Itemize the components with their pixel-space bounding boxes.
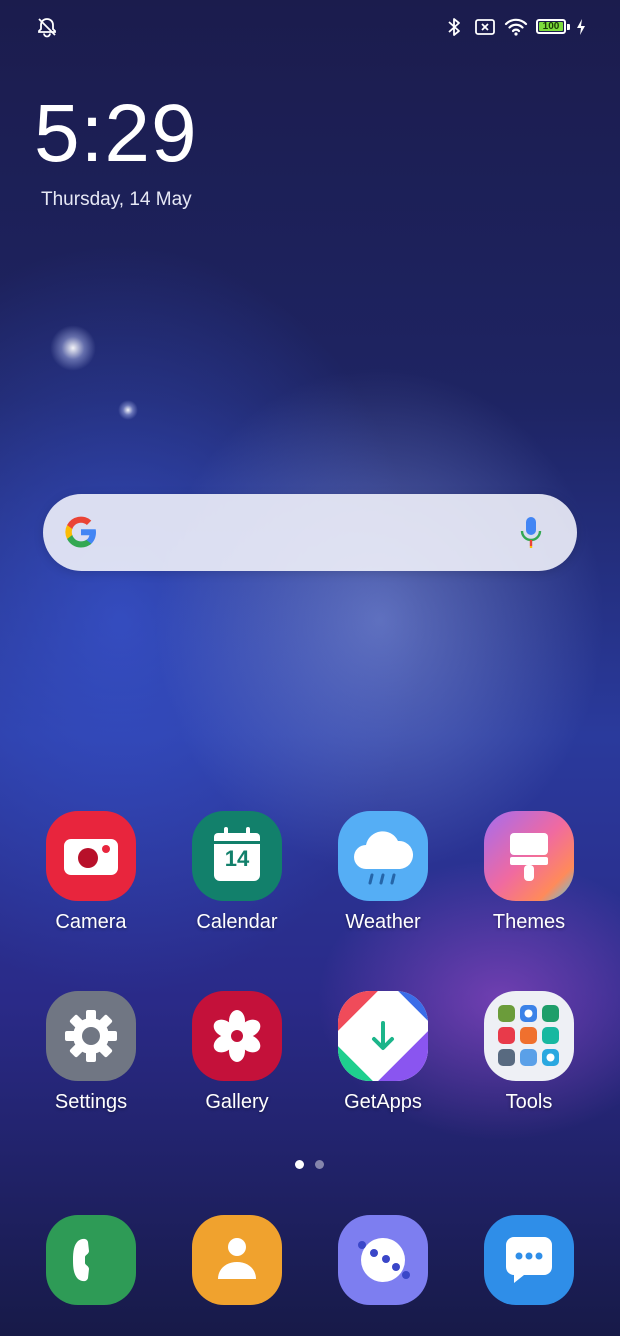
app-label: Gallery [205, 1091, 269, 1113]
google-search-bar[interactable] [43, 494, 577, 571]
app-label: Camera [55, 911, 127, 933]
app-getapps[interactable]: GetApps [313, 991, 453, 1141]
app-label: Themes [492, 911, 566, 933]
messages-icon [484, 1215, 574, 1305]
no-sim-icon [474, 16, 496, 43]
battery-icon: 100 [536, 19, 566, 34]
dock-phone[interactable] [21, 1215, 161, 1305]
browser-icon [338, 1215, 428, 1305]
dock-contacts[interactable] [167, 1215, 307, 1305]
phone-icon [46, 1215, 136, 1305]
dock-browser[interactable] [313, 1215, 453, 1305]
wallpaper-glow [118, 400, 138, 420]
gear-icon [46, 991, 136, 1081]
dock-messages[interactable] [459, 1215, 599, 1305]
camera-icon [46, 811, 136, 901]
weather-icon [338, 811, 428, 901]
battery-tip [567, 24, 570, 30]
wifi-icon [504, 16, 528, 43]
app-label: GetApps [344, 1091, 422, 1113]
contacts-icon [192, 1215, 282, 1305]
lock-clock-date[interactable]: Thursday, 14 May [41, 188, 192, 212]
page-dot-active[interactable] [295, 1160, 304, 1169]
wallpaper-glow [50, 325, 96, 371]
page-indicator [290, 1160, 330, 1170]
app-label: Settings [54, 1091, 128, 1113]
app-label: Tools [505, 1091, 553, 1113]
flower-icon [192, 991, 282, 1081]
app-label: Weather [345, 911, 421, 933]
calendar-icon: 14 [192, 811, 282, 901]
folder-icon [484, 991, 574, 1081]
calendar-day: 14 [224, 846, 250, 871]
charging-icon [575, 16, 587, 43]
lock-clock-time[interactable]: 5:29 [34, 86, 198, 182]
bluetooth-icon [446, 16, 462, 43]
battery-level: 100 [542, 21, 560, 32]
app-tools-folder[interactable]: Tools [459, 991, 599, 1141]
getapps-icon [338, 991, 428, 1081]
app-camera[interactable]: Camera [21, 811, 161, 961]
themes-brush-icon [484, 811, 574, 901]
app-calendar[interactable]: 14 Calendar [167, 811, 307, 961]
app-settings[interactable]: Settings [21, 991, 161, 1141]
status-bar: 100 [0, 0, 620, 56]
app-label: Calendar [196, 911, 278, 933]
google-g-icon [63, 514, 99, 550]
page-dot[interactable] [315, 1160, 324, 1169]
ringer-off-icon [36, 16, 58, 43]
app-gallery[interactable]: Gallery [167, 991, 307, 1141]
microphone-icon[interactable] [519, 514, 543, 550]
app-weather[interactable]: Weather [313, 811, 453, 961]
app-themes[interactable]: Themes [459, 811, 599, 961]
